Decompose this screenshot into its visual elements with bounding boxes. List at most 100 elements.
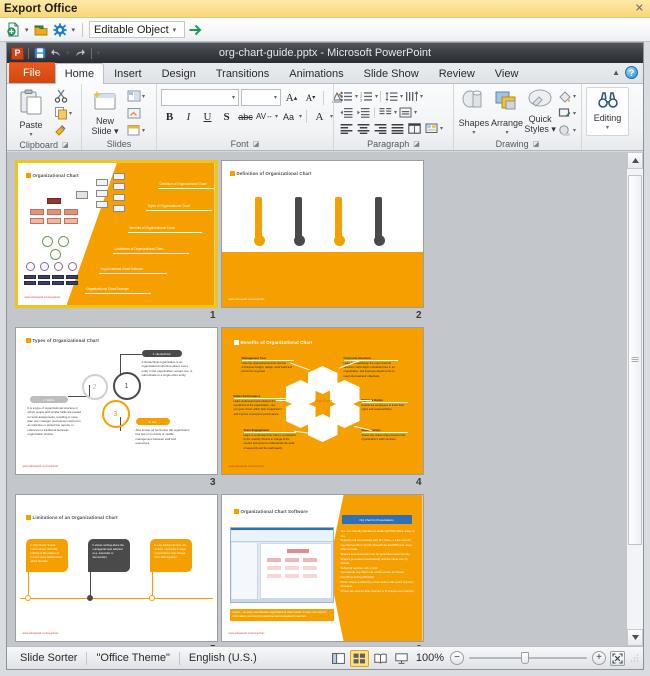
copy-caret[interactable]: ▾ (69, 110, 72, 117)
help-icon[interactable]: ? (625, 66, 638, 79)
new-slide-button[interactable]: New Slide ▾ (86, 87, 124, 136)
cut-button[interactable] (53, 88, 73, 104)
chevron-down-icon[interactable]: ▾ (173, 26, 177, 34)
align-left-button[interactable] (338, 121, 355, 136)
undo-icon[interactable] (49, 47, 62, 60)
normal-view-button[interactable] (329, 650, 348, 667)
font-size-caret[interactable]: ▾ (274, 94, 277, 101)
shadow-button[interactable]: S (218, 108, 235, 125)
shapes-button[interactable]: Shapes ▾ (458, 87, 490, 138)
slide-thumbnail-4[interactable]: Benefits of Organizational Chart Org Cha… (219, 327, 425, 494)
convert-to-smartart-button[interactable] (423, 121, 440, 136)
font-name-combobox[interactable]: ▾ (161, 89, 239, 106)
change-case-caret[interactable]: ▾ (299, 113, 302, 120)
arrange-caret[interactable]: ▾ (505, 128, 508, 138)
slide-thumbnail-5[interactable]: Limitations of an Organizational Chart I… (13, 494, 219, 646)
layout-caret[interactable]: ▾ (142, 93, 145, 100)
format-painter-button[interactable] (53, 122, 73, 138)
font-dialog-launcher-icon[interactable]: ◪ (253, 140, 260, 148)
vertical-scrollbar[interactable] (626, 152, 643, 646)
tab-design[interactable]: Design (152, 63, 206, 83)
export-mode-combobox[interactable]: Editable Object ▾ (89, 21, 186, 38)
columns-button[interactable] (377, 105, 394, 120)
increase-indent-button[interactable] (355, 105, 372, 120)
text-direction-button[interactable] (403, 89, 420, 104)
slide-thumbnail-6[interactable]: Organizational Chart Software Org Chart … (219, 494, 425, 646)
save-icon[interactable] (33, 47, 46, 60)
shape-outline-button[interactable]: ▾ (557, 105, 577, 121)
character-spacing-caret[interactable]: ▾ (275, 113, 278, 120)
editing-button[interactable]: Editing ▾ (586, 87, 629, 136)
paragraph-dialog-launcher-icon[interactable]: ◪ (413, 140, 420, 148)
reset-button[interactable] (126, 105, 146, 121)
numbering-button[interactable]: 123 (358, 89, 375, 104)
copy-button[interactable]: ▾ (53, 105, 73, 121)
editing-caret[interactable]: ▾ (606, 123, 609, 133)
line-spacing-button[interactable] (383, 89, 400, 104)
shape-fill-caret[interactable]: ▾ (573, 93, 576, 100)
align-center-button[interactable] (355, 121, 372, 136)
go-arrow-icon[interactable] (188, 22, 204, 38)
zoom-out-button[interactable]: − (450, 651, 464, 665)
shape-effects-button[interactable]: ▾ (557, 122, 577, 138)
scroll-up-button[interactable] (627, 152, 643, 169)
shapes-caret[interactable]: ▾ (472, 128, 475, 138)
tab-review[interactable]: Review (429, 63, 485, 83)
tab-home[interactable]: Home (54, 63, 105, 84)
font-name-caret[interactable]: ▾ (232, 94, 235, 101)
zoom-slider-thumb[interactable] (521, 652, 529, 664)
export-dropdown-caret[interactable]: ▾ (24, 26, 30, 34)
arrange-button[interactable]: Arrange ▾ (491, 87, 524, 138)
paste-caret[interactable]: ▾ (29, 130, 32, 140)
redo-icon[interactable] (74, 47, 87, 60)
close-icon[interactable]: ✕ (635, 3, 644, 14)
quick-styles-button[interactable]: Quick Styles ▾ (524, 87, 556, 134)
convert-to-smartart-caret[interactable]: ▾ (440, 125, 443, 132)
increase-font-size-button[interactable]: A ▴ (283, 89, 300, 106)
settings-dropdown-caret[interactable]: ▾ (71, 26, 77, 34)
export-file-icon[interactable] (5, 22, 21, 38)
align-right-button[interactable] (372, 121, 389, 136)
zoom-slider[interactable] (469, 651, 587, 665)
slide-show-button[interactable] (392, 650, 411, 667)
font-color-button[interactable]: A (311, 108, 328, 125)
bullets-button[interactable] (338, 89, 355, 104)
change-case-button[interactable]: Aa (280, 108, 297, 125)
shape-effects-caret[interactable]: ▾ (573, 127, 576, 134)
clipboard-dialog-launcher-icon[interactable]: ◪ (62, 141, 69, 149)
section-caret[interactable]: ▾ (142, 127, 145, 134)
undo-dropdown-caret[interactable]: ▾ (65, 49, 71, 57)
customize-qat-icon[interactable]: ▾ (96, 49, 102, 57)
paste-button[interactable]: Paste ▾ (11, 87, 51, 140)
slide-thumbnail-2[interactable]: Definition of Organizational Chart An or… (219, 160, 425, 327)
zoom-in-button[interactable]: + (592, 651, 606, 665)
numbering-caret[interactable]: ▾ (375, 93, 378, 100)
tab-animations[interactable]: Animations (279, 63, 353, 83)
slide-thumbnail-3[interactable]: Types of Organizational Chart 2 1 3 1. H… (13, 327, 219, 494)
shape-fill-button[interactable]: ▾ (557, 88, 577, 104)
underline-button[interactable]: U (199, 108, 216, 125)
reading-view-button[interactable] (371, 650, 390, 667)
fit-slide-to-window-button[interactable] (610, 650, 625, 666)
scrollbar-track[interactable] (627, 169, 643, 629)
shape-outline-caret[interactable]: ▾ (573, 110, 576, 117)
tab-transitions[interactable]: Transitions (206, 63, 279, 83)
tab-insert[interactable]: Insert (104, 63, 152, 83)
slide-thumbnail-1[interactable]: Organizational Chart ✦ Definition of Org… (13, 160, 219, 327)
columns-2-button[interactable] (406, 121, 423, 136)
tab-file[interactable]: File (9, 62, 55, 83)
drawing-dialog-launcher-icon[interactable]: ◪ (533, 140, 540, 148)
font-size-combobox[interactable]: ▾ (241, 89, 281, 106)
text-direction-caret[interactable]: ▾ (420, 93, 423, 100)
decrease-font-size-button[interactable]: A ▾ (302, 89, 319, 106)
scroll-down-button[interactable] (627, 629, 643, 646)
resize-grip-icon[interactable] (629, 653, 639, 663)
character-spacing-button[interactable]: AV ↔ (256, 108, 273, 125)
decrease-indent-button[interactable] (338, 105, 355, 120)
gear-icon[interactable] (52, 22, 68, 38)
folder-icon[interactable] (33, 22, 49, 38)
justify-button[interactable] (389, 121, 406, 136)
section-button[interactable]: ▾ (126, 122, 146, 138)
slide-sorter-canvas[interactable]: Organizational Chart ✦ Definition of Org… (7, 152, 643, 646)
status-language[interactable]: English (U.S.) (180, 652, 266, 664)
